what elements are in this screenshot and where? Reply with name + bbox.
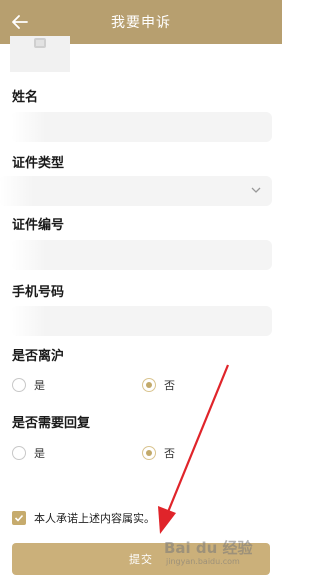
id-type-select[interactable] (0, 176, 272, 206)
need-reply-no-radio[interactable]: 否 (142, 445, 175, 461)
name-field[interactable] (12, 112, 272, 142)
phone-input[interactable] (12, 306, 272, 336)
id-number-input[interactable] (12, 240, 272, 270)
radio-circle-icon (12, 446, 26, 460)
page-title: 我要申诉 (111, 15, 171, 31)
leave-shanghai-radio-group: 是 否 (12, 377, 272, 395)
id-number-label: 证件编号 (12, 218, 65, 233)
need-reply-radio-group: 是 否 (12, 445, 272, 463)
id-type-label: 证件类型 (12, 156, 65, 171)
agreement-row: 本人承诺上述内容属实。 (12, 510, 155, 526)
radio-circle-icon (12, 378, 26, 392)
phone-field[interactable] (12, 306, 272, 336)
leave-shanghai-yes-radio[interactable]: 是 (12, 377, 45, 393)
name-input[interactable] (12, 112, 272, 142)
chevron-down-icon (251, 187, 261, 193)
agreement-checkbox[interactable] (12, 511, 26, 525)
submit-button[interactable]: 提交 (12, 543, 270, 575)
need-reply-yes-radio[interactable]: 是 (12, 445, 45, 461)
leave-shanghai-no-radio[interactable]: 否 (142, 377, 175, 393)
radio-selected-icon (142, 446, 156, 460)
checkmark-icon (14, 514, 24, 522)
name-label: 姓名 (12, 90, 39, 105)
radio-selected-icon (142, 378, 156, 392)
photo-upload-thumbnail[interactable] (10, 36, 70, 72)
need-reply-label: 是否需要回复 (12, 416, 91, 431)
agreement-text: 本人承诺上述内容属实。 (34, 512, 155, 525)
radio-label: 否 (164, 379, 175, 392)
id-number-field[interactable] (12, 240, 272, 270)
radio-label: 否 (164, 447, 175, 460)
camera-icon (34, 38, 46, 48)
submit-label: 提交 (129, 553, 153, 566)
radio-label: 是 (34, 447, 45, 460)
back-arrow-icon[interactable] (10, 12, 30, 32)
radio-label: 是 (34, 379, 45, 392)
leave-shanghai-label: 是否离沪 (12, 349, 65, 364)
phone-label: 手机号码 (12, 285, 65, 300)
